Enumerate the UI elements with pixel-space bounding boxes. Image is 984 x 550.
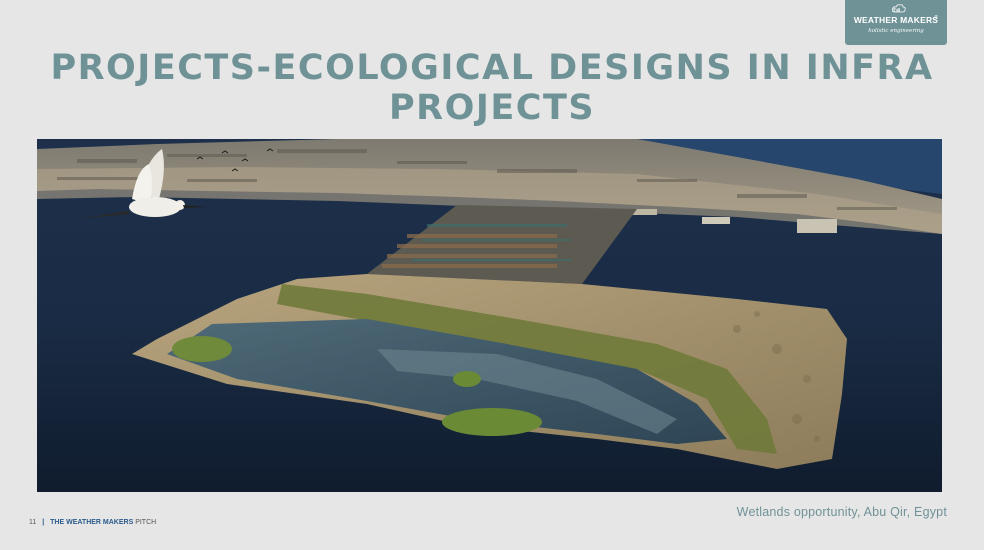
image-caption: Wetlands opportunity, Abu Qir, Egypt <box>736 505 947 519</box>
logo-brand-text: WEATHER MAKERS <box>853 15 939 25</box>
logo-the-text: the <box>891 8 901 14</box>
slide-title: PROJECTS-ECOLOGICAL DESIGNS IN INFRA PRO… <box>50 48 934 128</box>
footer-brand: THE WEATHER MAKERS <box>50 519 134 526</box>
aerial-photo <box>37 139 942 492</box>
slide-footer: 11 | THE WEATHER MAKERS PITCH <box>29 519 156 526</box>
brand-logo: the WEATHER MAKERS ® holistic engineerin… <box>845 0 947 45</box>
footer-suffix: PITCH <box>133 519 157 526</box>
logo-tagline: holistic engineering <box>868 28 924 34</box>
logo-registered-mark: ® <box>934 15 938 21</box>
footer-separator: | <box>42 519 45 526</box>
aerial-photo-illustration <box>37 139 942 492</box>
page-number: 11 <box>29 519 37 526</box>
